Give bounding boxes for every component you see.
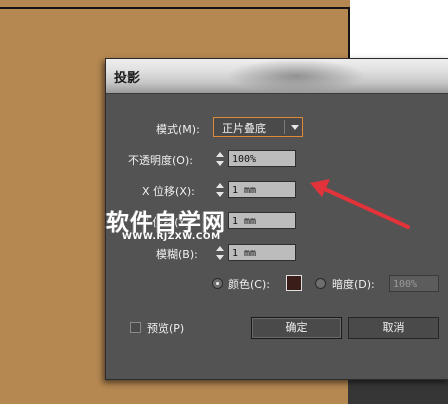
darkness-label: 暗度(D): [332, 278, 375, 291]
opacity-input[interactable]: 100% [228, 150, 296, 167]
blend-mode-value: 正片叠底 [222, 122, 266, 135]
opacity-label: 不透明度(O): [128, 154, 193, 167]
color-label: 颜色(C): [228, 278, 270, 291]
blend-mode-select[interactable]: 正片叠底 [213, 117, 303, 137]
blur-input[interactable]: 1 mm [228, 244, 296, 261]
cancel-button[interactable]: 取消 [348, 317, 439, 339]
stepper-down-icon[interactable] [216, 255, 224, 260]
select-separator [284, 120, 285, 134]
watermark-url: WWW.RJZXW.COM [122, 232, 221, 242]
blur-stepper[interactable] [214, 244, 226, 262]
artboard-top-edge [0, 7, 350, 9]
stepper-down-icon[interactable] [216, 161, 224, 166]
dialog-titlebar[interactable]: 投影 [106, 59, 448, 94]
preview-checkbox[interactable] [130, 322, 141, 333]
x-offset-input[interactable]: 1 mm [228, 181, 296, 198]
color-radio[interactable] [212, 278, 223, 289]
shadow-color-swatch[interactable] [286, 275, 302, 291]
ok-button[interactable]: 确定 [251, 317, 342, 339]
dialog-title: 投影 [114, 71, 141, 86]
x-offset-stepper[interactable] [214, 181, 226, 199]
stepper-up-icon[interactable] [216, 183, 224, 188]
stepper-up-icon[interactable] [216, 246, 224, 251]
stepper-down-icon[interactable] [216, 192, 224, 197]
x-offset-label: X 位移(X): [142, 185, 195, 198]
blur-label: 模糊(B): [156, 248, 198, 261]
chevron-down-icon [291, 125, 299, 130]
opacity-stepper[interactable] [214, 150, 226, 168]
mode-label: 模式(M): [156, 123, 200, 136]
preview-label: 预览(P) [147, 322, 185, 335]
y-offset-input[interactable]: 1 mm [228, 212, 296, 229]
darkness-input[interactable]: 100% [389, 275, 439, 292]
stepper-up-icon[interactable] [216, 152, 224, 157]
darkness-radio[interactable] [315, 278, 326, 289]
titlebar-glare [226, 59, 366, 93]
annotation-arrow-icon [310, 179, 410, 229]
